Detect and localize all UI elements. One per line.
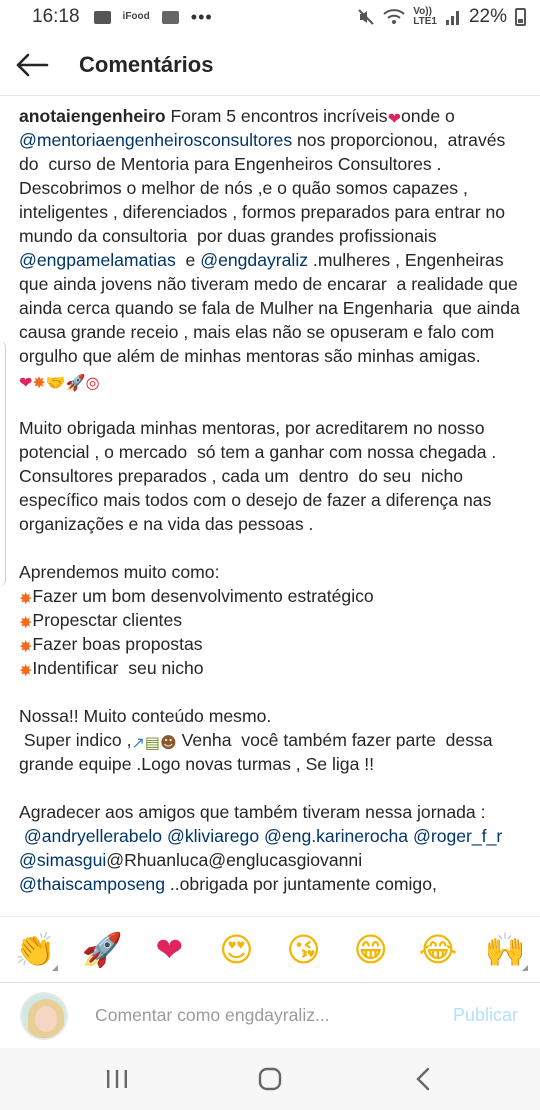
mail-icon [93, 10, 111, 24]
recent-apps-button[interactable] [82, 1054, 152, 1104]
list-item: Indentificar seu nicho [32, 658, 204, 678]
comment-composer: Publicar [0, 982, 540, 1048]
mute-icon [358, 9, 374, 25]
list-item: Propesctar clientes [32, 610, 183, 630]
caption-text: Agradecer aos amigos que também tiveram … [19, 802, 486, 822]
mention-link[interactable]: @kliviarego [167, 826, 259, 846]
list-item: Fazer boas propostas [32, 634, 203, 654]
caption-paragraph: Muito obrigada minhas mentoras, por acre… [19, 418, 502, 534]
comments-content[interactable]: anotaiengenheiro Foram 5 encontros incrí… [0, 96, 540, 916]
skin-tone-indicator [521, 964, 528, 971]
heart-eyes-icon: 😍 [219, 930, 254, 969]
caption-text: @Rhuanluca@englucasgiovanni [106, 850, 363, 870]
more-notifications-icon: ••• [190, 6, 213, 27]
app-bar: Comentários [0, 34, 540, 96]
collision-icon: ✸ [19, 637, 33, 656]
chart-increasing-icon: ↗ [131, 733, 145, 752]
reaction-grinning-face-button[interactable]: 😁 [346, 925, 396, 975]
mention-link[interactable]: @roger_f_r [413, 826, 502, 846]
caption-username[interactable]: anotaiengenheiro [19, 106, 166, 126]
news-icon: iFood [122, 11, 150, 22]
battery-percentage: 22% [468, 6, 507, 27]
chevron-left-icon [416, 1067, 430, 1091]
mention-link[interactable]: @simasgui [19, 850, 106, 870]
battery-icon [515, 8, 526, 26]
status-notification-icons: iFood ••• [93, 6, 213, 28]
signal-icon [445, 11, 459, 25]
status-bar: 16:18 iFood ••• Vo)) LTE1 22% [0, 0, 540, 34]
caption-text: e [175, 250, 201, 270]
collision-icon: ✸ [19, 661, 33, 680]
collision-icon: ✸ [32, 373, 46, 392]
handshake-icon: 🤝 [45, 373, 66, 392]
tears-of-joy-icon: 😂 [418, 930, 458, 969]
reaction-red-heart-button[interactable]: ❤ [144, 925, 194, 975]
skin-tone-indicator [52, 964, 58, 971]
back-nav-button[interactable] [388, 1054, 458, 1104]
reaction-raising-hands-button[interactable]: 🙌 [480, 925, 530, 975]
rocket-icon: 🚀 [65, 373, 86, 392]
reaction-tears-of-joy-button[interactable]: 😂 [413, 925, 463, 975]
comment-input[interactable] [95, 1005, 395, 1026]
back-button[interactable] [0, 34, 64, 96]
kissing-face-icon: 😘 [286, 930, 321, 969]
raising-hands-icon: 🙌 [484, 929, 526, 969]
mention-link[interactable]: @engdayraliz [200, 250, 308, 270]
post-caption: anotaiengenheiro Foram 5 encontros incrí… [0, 96, 540, 896]
red-heart-icon: ❤ [387, 109, 402, 128]
quick-reaction-bar: 👏 🚀 ❤ 😍 😘 😁 😂 🙌 [0, 916, 540, 982]
arrow-left-icon [16, 53, 49, 76]
caption-text: Nossa!! Muito conteúdo mesmo. [19, 706, 272, 726]
page-title: Comentários [79, 51, 214, 77]
avatar [20, 991, 68, 1040]
target-icon: ◎ [85, 373, 100, 392]
status-time: 16:18 [32, 6, 80, 27]
caption-text: Foram 5 encontros incríveis [165, 106, 388, 126]
grinning-face-icon: 😁 [353, 930, 388, 969]
image-icon [161, 10, 179, 24]
rocket-icon: 🚀 [81, 929, 123, 969]
mention-link[interactable]: @thaiscamposeng [19, 874, 165, 894]
collision-icon: ✸ [19, 613, 33, 632]
mention-link[interactable]: @andryellerabelo [24, 826, 162, 846]
books-icon: ▤ [144, 733, 161, 752]
status-right: Vo)) LTE1 22% [357, 6, 526, 28]
caption-list-title: Aprendemos muito como: [19, 562, 220, 582]
reaction-rocket-button[interactable]: 🚀 [77, 925, 127, 975]
collision-icon: ✸ [19, 589, 33, 608]
mention-link[interactable]: @engpamelamatias [19, 250, 176, 270]
caption-text: Super indico , [19, 730, 132, 750]
caption-text: ..obrigada por juntamente comigo, [164, 874, 437, 894]
recent-apps-icon [106, 1070, 127, 1088]
scroll-indicator [0, 341, 6, 586]
home-icon [258, 1067, 282, 1091]
reaction-kissing-face-button[interactable]: 😘 [279, 925, 329, 975]
network-type: Vo)) LTE1 [413, 6, 437, 27]
red-heart-icon: ❤ [155, 930, 184, 969]
reaction-clapping-hands-button[interactable]: 👏 [10, 925, 60, 975]
clapping-hands-icon: 👏 [14, 929, 56, 969]
home-button[interactable] [235, 1054, 305, 1104]
caption-text: onde o [401, 106, 460, 126]
mention-link[interactable]: @mentoriaengenheirosconsultores [19, 130, 292, 150]
system-navigation-bar [0, 1048, 540, 1110]
reaction-heart-eyes-button[interactable]: 😍 [211, 925, 261, 975]
mention-link[interactable]: @eng.karinerocha [264, 826, 408, 846]
wifi-icon [383, 9, 405, 24]
red-heart-icon: ❤ [19, 373, 33, 392]
publish-button[interactable]: Publicar [453, 1005, 518, 1026]
person-icon: ☻ [160, 733, 177, 752]
list-item: Fazer um bom desenvolvimento estratégico [32, 586, 374, 606]
